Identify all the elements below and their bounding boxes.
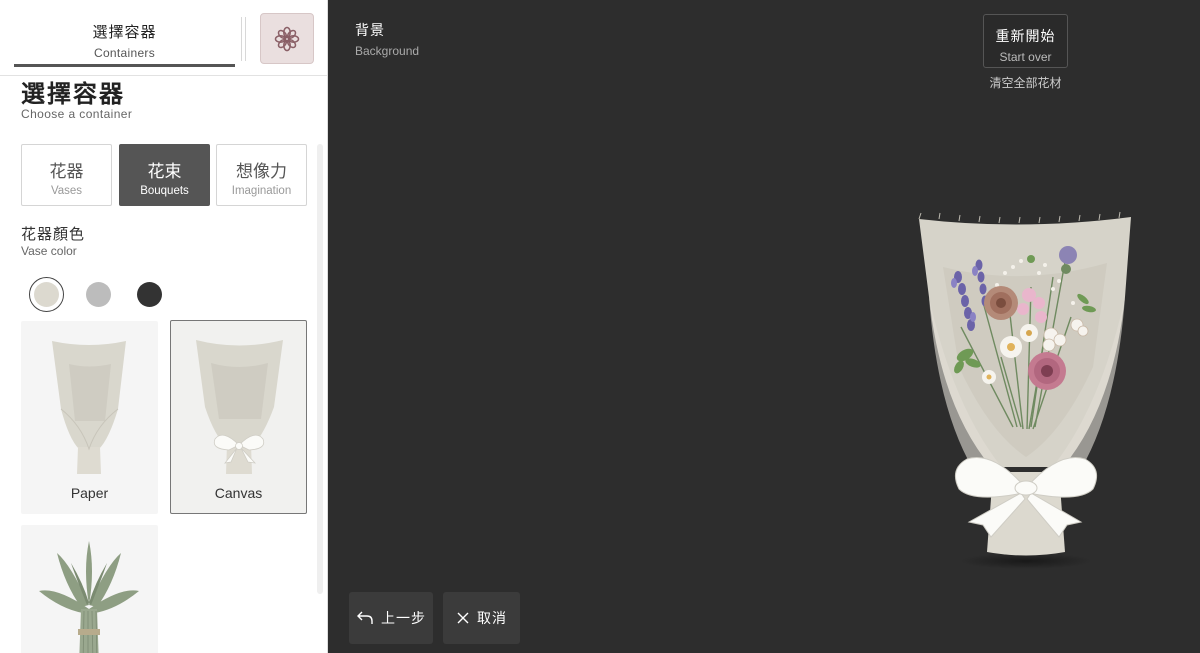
container-card-label: Paper xyxy=(70,485,109,501)
start-over-button[interactable]: 重新開始 Start over xyxy=(983,14,1068,68)
category-label-en: Imagination xyxy=(231,185,292,197)
tab-divider xyxy=(245,17,246,61)
cancel-label: 取消 xyxy=(477,610,507,626)
category-label-en: Vases xyxy=(50,185,83,197)
color-swatch-cream[interactable] xyxy=(34,282,59,307)
background-label-zh: 背景 xyxy=(355,22,385,38)
flowers-tab-button[interactable] xyxy=(260,13,314,64)
undo-arrow-icon xyxy=(357,611,373,624)
vase-color-subtitle: Vase color xyxy=(21,244,77,258)
vase-color-title: 花器顏色 xyxy=(21,226,86,243)
background-selector[interactable]: 背景 Background xyxy=(355,20,419,58)
tab-containers-en: Containers xyxy=(93,46,156,60)
clear-all-note: 清空全部花材 xyxy=(989,76,1062,90)
start-over-label-en: Start over xyxy=(999,50,1052,64)
close-icon xyxy=(457,612,469,624)
page-subtitle: Choose a container xyxy=(21,107,133,121)
tab-containers-zh: 選擇容器 xyxy=(92,24,157,41)
undo-button[interactable]: 上一步 xyxy=(349,592,433,644)
category-label-zh: 花器 xyxy=(49,162,84,181)
category-label-zh: 花束 xyxy=(147,162,182,181)
sidebar-topbar: 選擇容器 Containers xyxy=(0,0,327,76)
container-card-canvas[interactable]: Canvas xyxy=(170,320,307,514)
cancel-button[interactable]: 取消 xyxy=(443,592,520,644)
active-tab-indicator xyxy=(14,64,235,67)
color-swatch-gray[interactable] xyxy=(86,282,111,307)
container-card-label: Canvas xyxy=(214,485,263,501)
flower-icon xyxy=(274,26,300,51)
paper-wrap-thumbnail xyxy=(52,341,126,474)
container-sidebar: 選擇容器 Containers 選擇容器 Choose a container … xyxy=(0,0,328,653)
bouquet-canvas[interactable]: 背景 Background 重新開始 Start over 清空全部花材 上一步… xyxy=(328,0,1200,653)
start-over-label-zh: 重新開始 xyxy=(995,28,1056,44)
category-bouquets-button[interactable]: 花束 Bouquets xyxy=(119,144,210,206)
container-card-leaves[interactable] xyxy=(21,525,158,653)
category-label-en: Bouquets xyxy=(140,185,189,197)
bouquet-preview xyxy=(918,211,1131,569)
container-card-paper[interactable]: Paper xyxy=(21,321,158,514)
background-label-en: Background xyxy=(355,44,420,58)
sidebar-scrollbar[interactable] xyxy=(317,144,323,594)
leaf-wrap-thumbnail xyxy=(39,541,139,653)
tab-divider xyxy=(241,17,242,61)
canvas-wrap-thumbnail xyxy=(196,340,283,474)
color-swatch-charcoal[interactable] xyxy=(137,282,162,307)
page-title: 選擇容器 xyxy=(21,81,125,108)
undo-label: 上一步 xyxy=(381,610,426,626)
category-imagination-button[interactable]: 想像力 Imagination xyxy=(216,144,307,206)
category-vases-button[interactable]: 花器 Vases xyxy=(21,144,112,206)
tab-containers[interactable]: 選擇容器 Containers xyxy=(14,0,235,68)
category-label-zh: 想像力 xyxy=(236,162,287,181)
